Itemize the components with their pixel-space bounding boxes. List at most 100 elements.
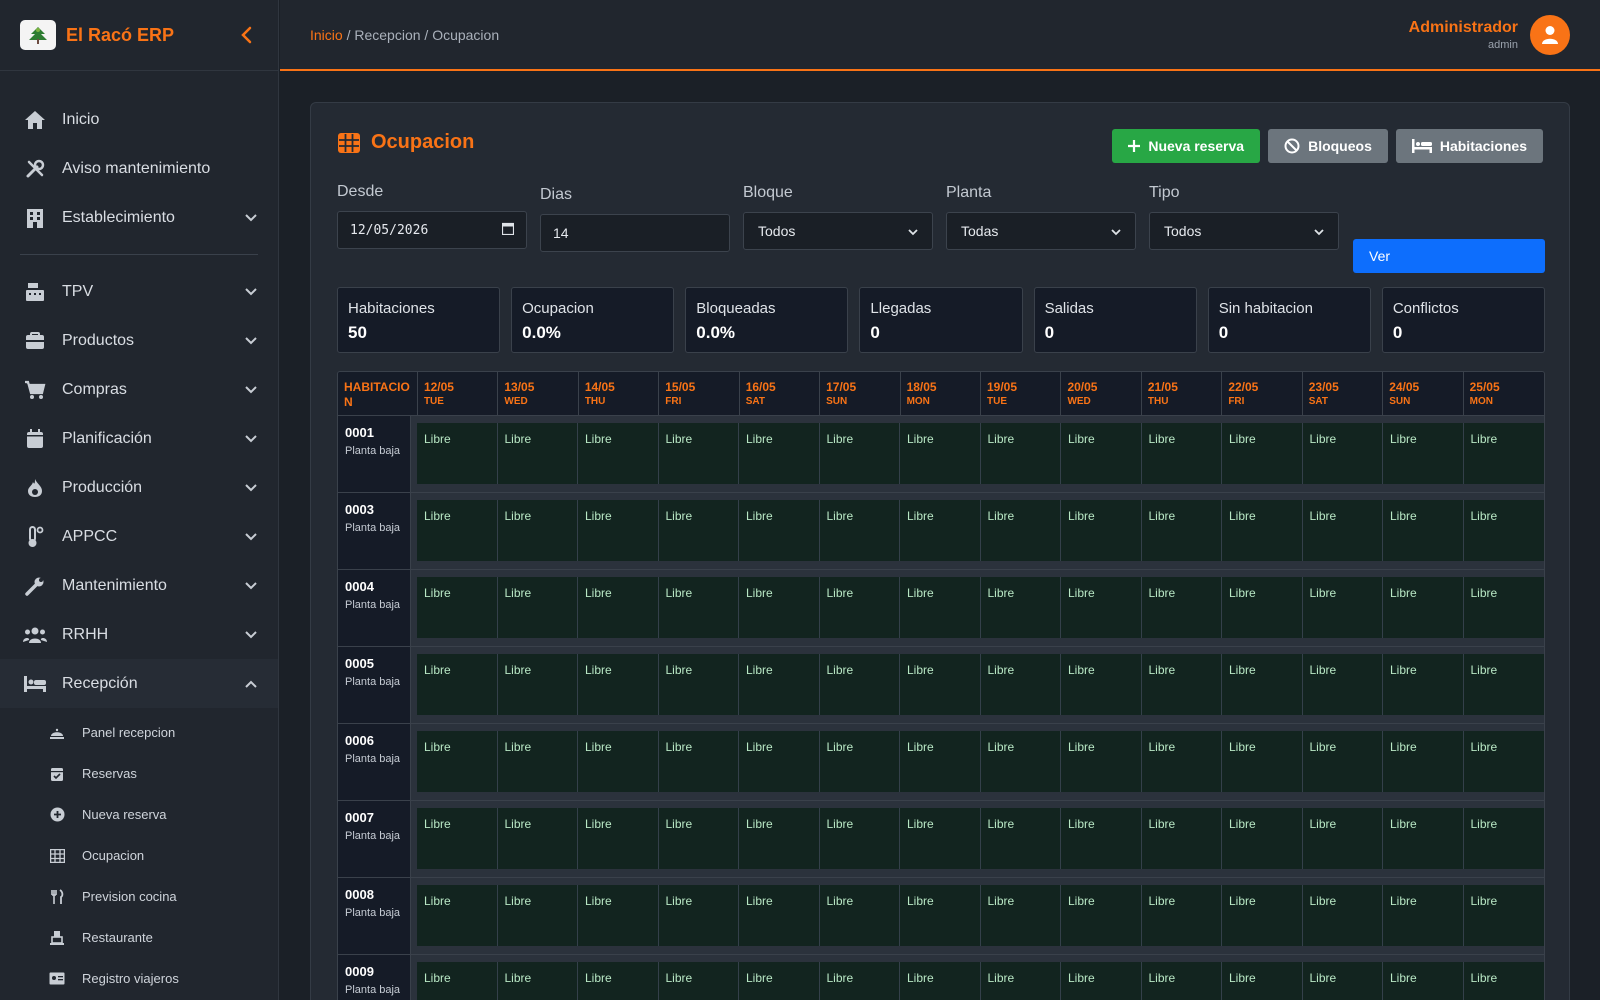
breadcrumb-home-link[interactable]: Inicio bbox=[310, 27, 343, 43]
availability-cell[interactable]: Libre bbox=[658, 577, 739, 638]
availability-cell[interactable]: Libre bbox=[417, 500, 498, 561]
availability-cell[interactable]: Libre bbox=[1463, 577, 1544, 638]
availability-cell[interactable]: Libre bbox=[1061, 885, 1142, 946]
availability-cell[interactable]: Libre bbox=[1302, 654, 1383, 715]
availability-cell[interactable]: Libre bbox=[1141, 962, 1222, 1000]
availability-cell[interactable]: Libre bbox=[497, 500, 578, 561]
availability-cell[interactable]: Libre bbox=[1061, 808, 1142, 869]
sidebar-subitem-prevision-cocina[interactable]: Prevision cocina bbox=[0, 876, 278, 917]
sidebar-item-planificacion[interactable]: Planificación bbox=[0, 414, 278, 463]
availability-cell[interactable]: Libre bbox=[417, 885, 498, 946]
availability-cell[interactable]: Libre bbox=[980, 885, 1061, 946]
availability-cell[interactable]: Libre bbox=[900, 731, 981, 792]
room-cell[interactable]: 0004 Planta baja bbox=[338, 570, 411, 646]
availability-cell[interactable]: Libre bbox=[658, 962, 739, 1000]
availability-cell[interactable]: Libre bbox=[900, 885, 981, 946]
availability-cell[interactable]: Libre bbox=[1302, 808, 1383, 869]
availability-cell[interactable]: Libre bbox=[739, 885, 820, 946]
room-cell[interactable]: 0008 Planta baja bbox=[338, 878, 411, 954]
room-cell[interactable]: 0005 Planta baja bbox=[338, 647, 411, 723]
availability-cell[interactable]: Libre bbox=[1383, 808, 1464, 869]
planta-select[interactable]: Todas bbox=[946, 212, 1136, 250]
user-menu[interactable]: Administrador admin bbox=[1409, 14, 1570, 55]
availability-cell[interactable]: Libre bbox=[578, 654, 659, 715]
availability-cell[interactable]: Libre bbox=[497, 423, 578, 484]
availability-cell[interactable]: Libre bbox=[980, 577, 1061, 638]
view-button[interactable]: Ver bbox=[1353, 239, 1545, 273]
availability-cell[interactable]: Libre bbox=[1302, 500, 1383, 561]
availability-cell[interactable]: Libre bbox=[1302, 423, 1383, 484]
availability-cell[interactable]: Libre bbox=[497, 577, 578, 638]
availability-cell[interactable]: Libre bbox=[1222, 962, 1303, 1000]
availability-cell[interactable]: Libre bbox=[1222, 423, 1303, 484]
availability-cell[interactable]: Libre bbox=[980, 808, 1061, 869]
availability-cell[interactable]: Libre bbox=[900, 577, 981, 638]
availability-cell[interactable]: Libre bbox=[1463, 654, 1544, 715]
availability-cell[interactable]: Libre bbox=[1383, 423, 1464, 484]
availability-cell[interactable]: Libre bbox=[739, 962, 820, 1000]
bloque-select[interactable]: Todos bbox=[743, 212, 933, 250]
availability-cell[interactable]: Libre bbox=[1061, 423, 1142, 484]
availability-cell[interactable]: Libre bbox=[417, 423, 498, 484]
availability-cell[interactable]: Libre bbox=[739, 731, 820, 792]
availability-cell[interactable]: Libre bbox=[900, 500, 981, 561]
availability-cell[interactable]: Libre bbox=[1463, 731, 1544, 792]
room-cell[interactable]: 0009 Planta baja bbox=[338, 955, 411, 1000]
room-cell[interactable]: 0001 Planta baja bbox=[338, 416, 411, 492]
desde-date-input[interactable]: 12/05/2026 bbox=[337, 211, 527, 249]
availability-cell[interactable]: Libre bbox=[980, 962, 1061, 1000]
availability-cell[interactable]: Libre bbox=[1061, 731, 1142, 792]
availability-cell[interactable]: Libre bbox=[497, 808, 578, 869]
room-cell[interactable]: 0006 Planta baja bbox=[338, 724, 411, 800]
availability-cell[interactable]: Libre bbox=[1463, 885, 1544, 946]
sidebar-item-compras[interactable]: Compras bbox=[0, 365, 278, 414]
sidebar-subitem-ocupacion[interactable]: Ocupacion bbox=[0, 835, 278, 876]
availability-cell[interactable]: Libre bbox=[1383, 577, 1464, 638]
availability-cell[interactable]: Libre bbox=[739, 808, 820, 869]
availability-cell[interactable]: Libre bbox=[1302, 577, 1383, 638]
availability-cell[interactable]: Libre bbox=[578, 500, 659, 561]
availability-cell[interactable]: Libre bbox=[819, 962, 900, 1000]
availability-cell[interactable]: Libre bbox=[1061, 962, 1142, 1000]
blocks-button[interactable]: Bloqueos bbox=[1268, 129, 1388, 163]
sidebar-item-establecimiento[interactable]: Establecimiento bbox=[0, 193, 278, 242]
availability-cell[interactable]: Libre bbox=[1463, 500, 1544, 561]
availability-cell[interactable]: Libre bbox=[1141, 885, 1222, 946]
availability-cell[interactable]: Libre bbox=[1383, 654, 1464, 715]
availability-cell[interactable]: Libre bbox=[1061, 577, 1142, 638]
availability-cell[interactable]: Libre bbox=[819, 654, 900, 715]
availability-cell[interactable]: Libre bbox=[497, 962, 578, 1000]
new-booking-button[interactable]: Nueva reserva bbox=[1112, 129, 1261, 163]
availability-cell[interactable]: Libre bbox=[900, 808, 981, 869]
availability-cell[interactable]: Libre bbox=[658, 500, 739, 561]
rooms-button[interactable]: Habitaciones bbox=[1395, 129, 1543, 163]
availability-cell[interactable]: Libre bbox=[1222, 885, 1303, 946]
sidebar-item-recepcion[interactable]: Recepción bbox=[0, 659, 278, 708]
availability-cell[interactable]: Libre bbox=[819, 577, 900, 638]
sidebar-item-productos[interactable]: Productos bbox=[0, 316, 278, 365]
availability-cell[interactable]: Libre bbox=[417, 577, 498, 638]
sidebar-subitem-registro-viajeros[interactable]: Registro viajeros bbox=[0, 958, 278, 999]
availability-cell[interactable]: Libre bbox=[1141, 500, 1222, 561]
availability-cell[interactable]: Libre bbox=[1302, 731, 1383, 792]
availability-cell[interactable]: Libre bbox=[578, 577, 659, 638]
room-cell[interactable]: 0007 Planta baja bbox=[338, 801, 411, 877]
availability-cell[interactable]: Libre bbox=[1463, 962, 1544, 1000]
sidebar-subitem-reservas[interactable]: Reservas bbox=[0, 753, 278, 794]
availability-cell[interactable]: Libre bbox=[980, 500, 1061, 561]
sidebar-item-mantenimiento[interactable]: Mantenimiento bbox=[0, 561, 278, 610]
availability-cell[interactable]: Libre bbox=[739, 577, 820, 638]
sidebar-item-rrhh[interactable]: RRHH bbox=[0, 610, 278, 659]
availability-cell[interactable]: Libre bbox=[1141, 577, 1222, 638]
availability-cell[interactable]: Libre bbox=[819, 808, 900, 869]
availability-cell[interactable]: Libre bbox=[1222, 577, 1303, 638]
availability-cell[interactable]: Libre bbox=[1141, 423, 1222, 484]
availability-cell[interactable]: Libre bbox=[819, 423, 900, 484]
availability-cell[interactable]: Libre bbox=[417, 731, 498, 792]
availability-cell[interactable]: Libre bbox=[739, 654, 820, 715]
availability-cell[interactable]: Libre bbox=[417, 808, 498, 869]
availability-cell[interactable]: Libre bbox=[1061, 500, 1142, 561]
sidebar-subitem-restaurante[interactable]: Restaurante bbox=[0, 917, 278, 958]
availability-cell[interactable]: Libre bbox=[739, 500, 820, 561]
availability-cell[interactable]: Libre bbox=[497, 731, 578, 792]
